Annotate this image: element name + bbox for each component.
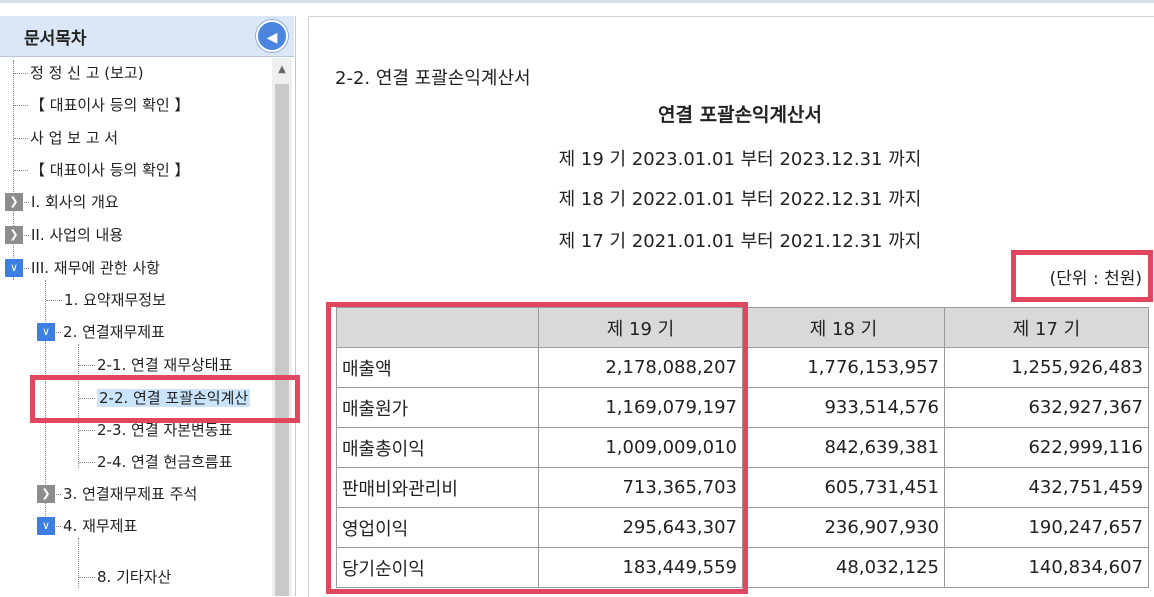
toc-item-ceo-confirm-2[interactable]: 【 대표이사 등의 확인 】 xyxy=(14,158,189,182)
toc-item-consolidated-statements[interactable]: 2. 연결재무제표 xyxy=(56,320,165,344)
cell-fy17: 1,255,926,483 xyxy=(944,347,1149,388)
toc-header: 문서목차 ◀ xyxy=(0,16,294,57)
toc-item-ceo-confirm-1[interactable]: 【 대표이사 등의 확인 】 xyxy=(14,93,189,117)
cell-fy17: 622,999,116 xyxy=(944,427,1149,468)
period-line: 제 18 기 2022.01.01 부터 2022.12.31 까지 xyxy=(558,189,922,210)
toc-item-business-content[interactable]: II. 사업의 내용 xyxy=(24,223,123,247)
toc-item-financial-statements[interactable]: 4. 재무제표 xyxy=(56,514,137,538)
chevron-left-icon[interactable]: ◀ xyxy=(256,20,288,52)
highlight-box-fy19-column xyxy=(326,302,748,594)
expand-right-icon[interactable]: ❯ xyxy=(5,226,23,244)
cell-fy18: 1,776,153,957 xyxy=(742,347,945,388)
toc-item-business-report[interactable]: 사 업 보 고 서 xyxy=(14,126,118,150)
cell-fy17: 190,247,657 xyxy=(944,507,1149,548)
cell-fy18: 842,639,381 xyxy=(742,427,945,468)
expand-down-icon[interactable]: ∨ xyxy=(5,259,23,277)
toc-item-notes[interactable]: 3. 연결재무제표 주석 xyxy=(56,482,197,506)
cell-fy18: 236,907,930 xyxy=(742,507,945,548)
toc-item-summary-financial[interactable]: 1. 요약재무정보 xyxy=(46,288,166,312)
cell-fy17: 140,834,607 xyxy=(944,547,1149,588)
cell-fy18: 605,731,451 xyxy=(742,467,945,508)
section-title: 2-2. 연결 포괄손익계산서 xyxy=(335,68,531,89)
toc-item-other-assets[interactable]: 8. 기타자산 xyxy=(79,565,171,589)
expand-down-icon[interactable]: ∨ xyxy=(37,517,55,535)
toc-item-company-overview[interactable]: I. 회사의 개요 xyxy=(24,190,119,214)
scroll-up-icon[interactable]: ▲ xyxy=(272,58,292,82)
cell-fy17: 632,927,367 xyxy=(944,387,1149,428)
toc-item-financial-matters[interactable]: III. 재무에 관한 사항 xyxy=(24,256,160,280)
header-cell-fy17: 제 17 기 xyxy=(944,307,1149,348)
expand-right-icon[interactable]: ❯ xyxy=(5,193,23,211)
toc-sidebar: 문서목차 ◀ ▲ 정 정 신 고 (보고) 【 대표이사 등의 확인 】 사 업… xyxy=(0,16,296,596)
top-border xyxy=(0,0,1154,3)
highlight-box-unit xyxy=(1011,250,1153,302)
toc-item-balance-sheet[interactable]: 2-1. 연결 재무상태표 xyxy=(79,353,232,377)
toc-item-cash-flow[interactable]: 2-4. 연결 현금흐름표 xyxy=(79,450,232,474)
header-cell-fy18: 제 18 기 xyxy=(742,307,945,348)
document-title: 연결 포괄손익계산서 xyxy=(658,104,822,126)
cell-fy18: 933,514,576 xyxy=(742,387,945,428)
toc-item-correction[interactable]: 정 정 신 고 (보고) xyxy=(14,61,144,85)
highlight-box-selected-toc xyxy=(30,375,300,423)
period-line: 제 19 기 2023.01.01 부터 2023.12.31 까지 xyxy=(558,149,922,170)
sidebar-scrollbar[interactable]: ▲ xyxy=(272,58,292,596)
cell-fy17: 432,751,459 xyxy=(944,467,1149,508)
expand-down-icon[interactable]: ∨ xyxy=(37,323,55,341)
toc-title: 문서목차 xyxy=(24,29,87,49)
expand-right-icon[interactable]: ❯ xyxy=(37,485,55,503)
cell-fy18: 48,032,125 xyxy=(742,547,945,588)
scroll-thumb[interactable] xyxy=(275,84,289,596)
